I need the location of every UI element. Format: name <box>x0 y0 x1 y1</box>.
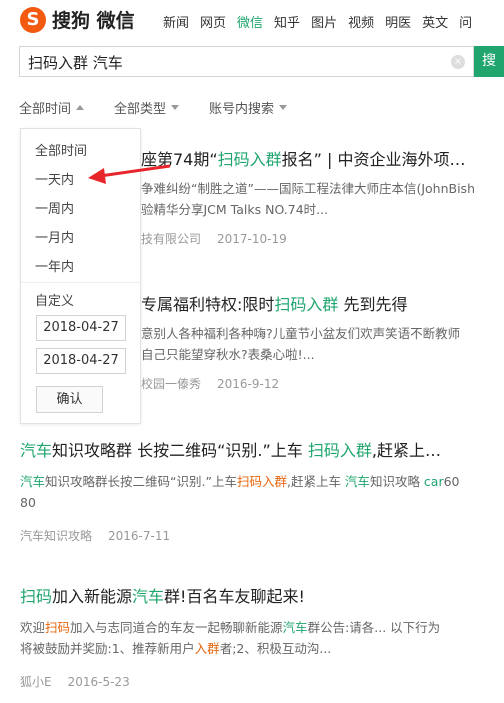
nav-zhihu[interactable]: 知乎 <box>274 12 300 31</box>
filter-account-search[interactable]: 账号内搜索 <box>209 98 288 117</box>
caret-down-icon <box>279 105 288 110</box>
nav-english[interactable]: 英文 <box>422 12 448 31</box>
nav-weixin[interactable]: 微信 <box>237 12 263 31</box>
result-date: 2017-10-19 <box>217 232 287 246</box>
dropdown-item-all-time[interactable]: 全部时间 <box>35 140 87 159</box>
search-box[interactable]: 扫码入群 汽车 × <box>19 46 474 77</box>
date-from-input[interactable]: 2018-04-27 <box>36 315 126 341</box>
result-date: 2016-9-12 <box>217 377 280 391</box>
time-filter-dropdown: 全部时间 一天内 一周内 一月内 一年内 自定义 2018-04-27 2018… <box>20 128 141 424</box>
dropdown-item-one-year[interactable]: 一年内 <box>35 256 74 275</box>
result-source[interactable]: 校园一傣秀 <box>141 377 201 391</box>
dropdown-item-one-week[interactable]: 一周内 <box>35 198 74 217</box>
date-to-input[interactable]: 2018-04-27 <box>36 348 126 374</box>
logo-text: 搜狗 微信 <box>52 10 135 32</box>
result-source[interactable]: 狐小E <box>20 675 52 689</box>
result-meta: 狐小E 2016-5-23 <box>20 673 490 690</box>
result-item: 汽车知识攻略群 长按二维码“识别.”上车 扫码入群,赶紧上… 汽车知识攻略群长按… <box>20 437 490 544</box>
filter-time[interactable]: 全部时间 <box>19 98 85 117</box>
result-meta: 汽车知识攻略 2016-7-11 <box>20 527 490 544</box>
search-button[interactable]: 搜 <box>474 46 504 77</box>
channel-nav: 新闻 网页 微信 知乎 图片 视频 明医 英文 问 <box>163 12 483 31</box>
nav-medical[interactable]: 明医 <box>385 12 411 31</box>
result-snippet: 汽车知识攻略群长按二维码“识别.”上车扫码入群,赶紧上车 汽车知识攻略 car6… <box>20 474 460 510</box>
result-source[interactable]: 技有限公司 <box>141 232 201 246</box>
result-item: 扫码加入新能源汽车群!百名车友聊起来! 欢迎扫码加入与志同道合的车友一起畅聊新能… <box>20 583 490 690</box>
nav-images[interactable]: 图片 <box>311 12 337 31</box>
logo-icon: S <box>20 6 46 33</box>
dropdown-item-one-month[interactable]: 一月内 <box>35 227 74 246</box>
top-header: S 搜狗 微信 新闻 网页 微信 知乎 图片 视频 明医 英文 问 <box>0 0 504 40</box>
filter-bar: 全部时间 全部类型 账号内搜索 <box>19 98 317 117</box>
result-snippet: 欢迎扫码加入与志同道合的车友一起畅聊新能源汽车群公告:请各... 以下行为 将被鼓… <box>20 620 441 656</box>
result-title[interactable]: 扫码加入新能源汽车群!百名车友聊起来! <box>20 583 490 607</box>
confirm-button[interactable]: 确认 <box>36 386 103 413</box>
result-source[interactable]: 汽车知识攻略 <box>20 529 92 543</box>
caret-up-icon <box>76 105 85 110</box>
nav-wenwen[interactable]: 问 <box>459 12 472 31</box>
nav-web[interactable]: 网页 <box>200 12 226 31</box>
caret-down-icon <box>171 105 180 110</box>
search-input[interactable]: 扫码入群 汽车 <box>28 52 123 73</box>
sogou-logo[interactable]: S 搜狗 微信 <box>20 6 135 33</box>
result-date: 2016-7-11 <box>108 529 171 543</box>
nav-video[interactable]: 视频 <box>348 12 374 31</box>
dropdown-divider <box>21 282 140 283</box>
result-title[interactable]: 汽车知识攻略群 长按二维码“识别.”上车 扫码入群,赶紧上… <box>20 437 490 461</box>
nav-news[interactable]: 新闻 <box>163 12 189 31</box>
clear-icon[interactable]: × <box>451 55 465 69</box>
result-date: 2016-5-23 <box>67 675 130 689</box>
custom-range-label: 自定义 <box>35 294 75 309</box>
dropdown-item-one-day[interactable]: 一天内 <box>35 169 74 188</box>
filter-type[interactable]: 全部类型 <box>114 98 180 117</box>
